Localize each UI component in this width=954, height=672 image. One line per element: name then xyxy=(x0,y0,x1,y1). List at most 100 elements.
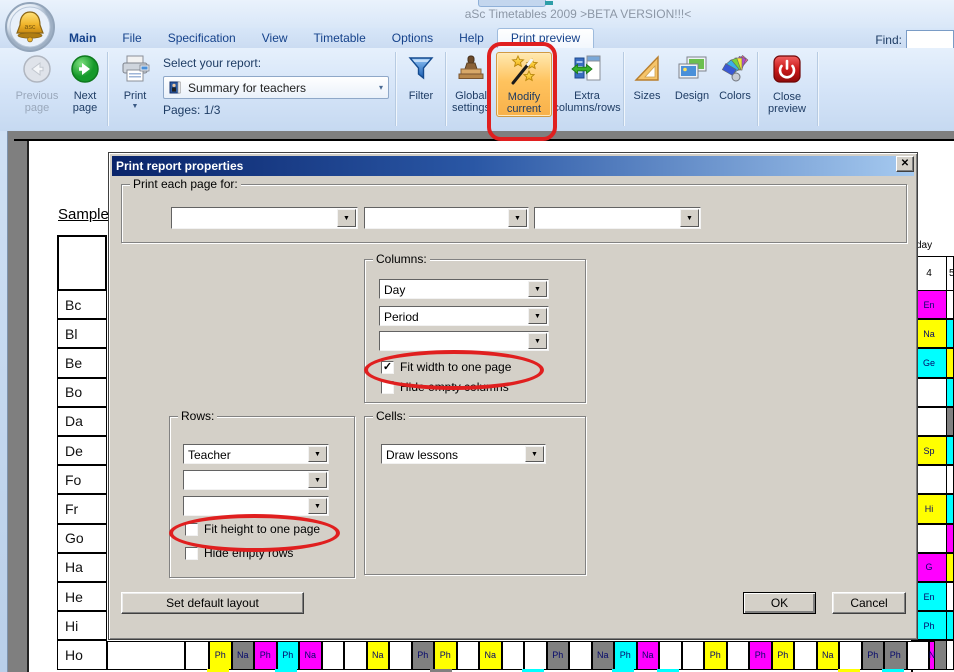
previous-page-icon xyxy=(21,53,53,89)
print-dropdown-icon[interactable]: ▼ xyxy=(132,103,139,111)
tab-options[interactable]: Options xyxy=(379,28,446,48)
ribbon-separator xyxy=(445,52,446,126)
dialog-title: Print report properties xyxy=(116,159,243,173)
lesson-cell: Na xyxy=(592,641,615,670)
teacher-row-ho: Ho xyxy=(57,640,107,669)
tab-main[interactable]: Main xyxy=(56,28,109,48)
tab-view[interactable]: View xyxy=(249,28,301,48)
close-preview-button[interactable]: Close preview xyxy=(761,52,813,116)
rows-label: Rows: xyxy=(178,409,217,423)
fit-width-checkbox[interactable]: ✓ Fit width to one page xyxy=(381,360,511,374)
tab-help[interactable]: Help xyxy=(446,28,497,48)
lesson-cell: Ph xyxy=(434,641,457,670)
quick-access-icon xyxy=(545,1,553,5)
lesson-cell-partial xyxy=(946,407,954,436)
design-button[interactable]: Design xyxy=(669,52,715,102)
filter-icon xyxy=(405,53,437,89)
modify-current-button[interactable]: Modify current xyxy=(496,52,552,117)
tab-timetable[interactable]: Timetable xyxy=(301,28,379,48)
dropdown-arrow-icon: ▼ xyxy=(314,477,321,484)
rows-combo-3[interactable]: ▼ xyxy=(183,496,329,516)
lesson-cell xyxy=(107,641,185,670)
cells-label: Cells: xyxy=(373,409,409,423)
page-for-combo-3[interactable]: ▼ xyxy=(534,207,701,229)
pages-indicator: Pages: 1/3 xyxy=(163,103,220,117)
app-window: aSc Timetables 2009 >BETA VERSION!!!< Ma… xyxy=(0,0,954,672)
next-page-button[interactable]: Next page xyxy=(64,52,106,115)
page-top-border xyxy=(14,139,954,141)
global-settings-button[interactable]: Global settings xyxy=(448,52,494,115)
colors-button[interactable]: Colors xyxy=(713,52,757,102)
dropdown-arrow-icon: ▼ xyxy=(534,338,541,345)
lesson-cell-partial xyxy=(946,436,954,465)
cells-combo[interactable]: Draw lessons ▼ xyxy=(381,444,546,464)
dialog-close-button[interactable]: ✕ xyxy=(896,156,914,172)
teacher-row-fr: Fr xyxy=(57,494,107,523)
filter-button[interactable]: Filter xyxy=(400,52,442,102)
lesson-cell: Ph xyxy=(704,641,727,670)
report-combobox[interactable]: Summary for teachers ▾ xyxy=(163,76,389,99)
lesson-cell xyxy=(659,641,682,670)
dropdown-arrow-icon: ▼ xyxy=(534,286,541,293)
find-box: Find: xyxy=(875,30,954,49)
dropdown-arrow-icon: ▼ xyxy=(514,215,521,222)
lesson-cell: Na xyxy=(479,641,502,670)
print-icon xyxy=(118,53,152,89)
dropdown-arrow-icon: ▼ xyxy=(534,313,541,320)
tab-file[interactable]: File xyxy=(109,28,154,48)
cancel-button[interactable]: Cancel xyxy=(832,592,906,614)
lesson-cell-partial xyxy=(946,611,954,640)
lesson-cell-partial xyxy=(946,553,954,582)
ruler-triangle-icon xyxy=(631,53,663,89)
ok-button[interactable]: OK xyxy=(743,592,816,614)
dropdown-arrow-icon: ▼ xyxy=(343,215,350,222)
columns-combo-2[interactable]: Period ▼ xyxy=(379,306,549,326)
set-default-layout-button[interactable]: Set default layout xyxy=(121,592,304,614)
lesson-cell: Ph xyxy=(772,641,795,670)
columns-combo-3[interactable]: ▼ xyxy=(379,331,549,351)
day-header-partial: day xyxy=(916,240,932,251)
fit-height-checkbox[interactable]: Fit height to one page xyxy=(185,522,320,536)
hide-empty-rows-checkbox[interactable]: Hide empty rows xyxy=(185,546,293,560)
page-for-combo-1[interactable]: ▼ xyxy=(171,207,358,229)
lesson-cell: Ph xyxy=(749,641,772,670)
tab-print-preview[interactable]: Print preview xyxy=(497,28,594,48)
teacher-row-bo: Bo xyxy=(57,378,107,407)
dropdown-arrow-icon: ▼ xyxy=(531,451,538,458)
tab-specification[interactable]: Specification xyxy=(155,28,249,48)
page-for-combo-2[interactable]: ▼ xyxy=(364,207,529,229)
lesson-cell xyxy=(524,641,547,670)
columns-label: Columns: xyxy=(373,252,430,266)
lesson-cell: Na xyxy=(637,641,660,670)
ribbon-separator xyxy=(395,52,396,126)
lesson-cell-partial xyxy=(946,348,954,377)
lesson-cell xyxy=(322,641,345,670)
find-label: Find: xyxy=(875,33,902,47)
pictures-icon xyxy=(675,53,709,89)
lesson-cell xyxy=(344,641,367,670)
rows-combo-2[interactable]: ▼ xyxy=(183,470,329,490)
teacher-row-de: De xyxy=(57,436,107,465)
columns-combo-1[interactable]: Day ▼ xyxy=(379,279,549,299)
lesson-cell xyxy=(682,641,705,670)
next-page-icon xyxy=(69,53,101,89)
sizes-button[interactable]: Sizes xyxy=(627,52,667,102)
lesson-cell xyxy=(569,641,592,670)
dialog-titlebar[interactable]: Print report properties xyxy=(112,156,914,176)
lesson-cell: Ph xyxy=(209,641,232,670)
hide-empty-columns-checkbox[interactable]: Hide empty columns xyxy=(381,380,509,394)
lesson-cell: Ph xyxy=(862,641,885,670)
previous-page-button[interactable]: Previous page xyxy=(12,52,62,115)
app-logo-bell-icon[interactable]: asc xyxy=(5,2,55,52)
period-header-cell-partial: 5 xyxy=(946,256,954,291)
lesson-cell: Na xyxy=(817,641,840,670)
print-button[interactable]: Print ▼ xyxy=(112,52,158,111)
find-input[interactable] xyxy=(906,30,954,49)
rows-combo-1[interactable]: Teacher ▼ xyxy=(183,444,329,464)
lesson-cell-partial xyxy=(946,378,954,407)
extra-columns-rows-button[interactable]: Extra columns/rows xyxy=(553,52,621,115)
teacher-row-bc: Bc xyxy=(57,290,107,319)
left-edge-strip xyxy=(0,131,8,672)
lesson-cell-partial xyxy=(946,640,954,669)
lesson-cell xyxy=(794,641,817,670)
